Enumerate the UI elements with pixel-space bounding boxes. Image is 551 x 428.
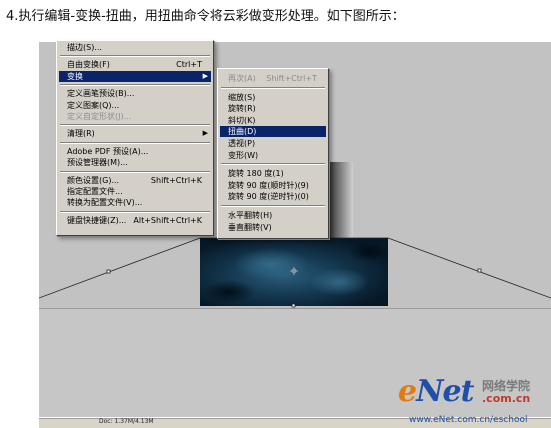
enet-url: www.eNet.com.cn/eschool [409, 415, 528, 425]
menu-item-purge[interactable]: 清理(R) ▶ [59, 128, 211, 139]
enet-domain: .com.cn [482, 392, 531, 405]
menu-item-label: 键盘快捷键(Z)... [67, 215, 127, 225]
cloud-highlight [233, 248, 309, 280]
menu-item-transform[interactable]: 变换 ▶ [59, 70, 211, 82]
menu-item-assign-profile[interactable]: 指定配置文件... [59, 186, 211, 197]
menu-item-label: 自由变换(F) [67, 60, 110, 70]
menu-item-perspective[interactable]: 透视(P) [220, 138, 326, 149]
menu-item-label: 定义自定形状(J)... [67, 112, 132, 121]
enet-logo: eNet [398, 374, 474, 409]
menu-item-flip-horizontal[interactable]: 水平翻转(H) [220, 210, 326, 221]
menu-item-label: 转换为配置文件(V)... [67, 198, 143, 208]
menu-item-color-settings[interactable]: 颜色设置(G)... Shift+Ctrl+K [59, 175, 211, 186]
menu-separator [60, 170, 210, 173]
menu-item-label: 定义图案(Q)... [67, 100, 120, 110]
cloud-highlight [309, 268, 369, 296]
menu-item-label: Adobe PDF 预设(A)... [67, 146, 149, 156]
transform-handle [106, 269, 111, 274]
menu-item-shortcut: Alt+Shift+Ctrl+K [133, 215, 202, 225]
menu-item-rotate-180[interactable]: 旋转 180 度(1) [220, 168, 326, 179]
menu-item-preset-manager[interactable]: 预设管理器(M)... [59, 157, 211, 168]
menu-item-warp[interactable]: 变形(W) [220, 150, 326, 161]
menu-item-label: 旋转 90 度(顺时针)(9) [228, 180, 309, 190]
menu-item-label: 旋转(R) [228, 104, 256, 114]
menu-item-label: 斜切(K) [228, 115, 256, 125]
menu-item-free-transform[interactable]: 自由变换(F) Ctrl+T [59, 59, 211, 70]
menu-item-label: 垂直翻转(V) [228, 222, 272, 232]
menu-item-stroke[interactable]: 描边(S)... [59, 42, 211, 53]
menu-item-label: 变换 [67, 71, 83, 81]
submenu-arrow-icon: ▶ [202, 129, 208, 138]
menu-item-shortcut: Shift+Ctrl+K [150, 175, 202, 185]
menu-item-label: 扭曲(D) [228, 127, 257, 137]
menu-separator [60, 141, 210, 144]
menu-item-label: 颜色设置(G)... [67, 175, 120, 185]
transform-submenu: 再次(A) Shift+Ctrl+T 缩放(S) 旋转(R) 斜切(K) 扭曲(D) 透视(… [217, 68, 329, 239]
transform-handle [291, 303, 296, 308]
menu-item-label: 定义画笔预设(B)... [67, 89, 135, 99]
menu-separator [221, 205, 325, 207]
menu-item-label: 缩放(S) [228, 92, 256, 102]
cloud-shadow [349, 242, 389, 262]
menu-item-skew[interactable]: 斜切(K) [220, 115, 326, 126]
menu-item-define-shape: 定义自定形状(J)... [59, 111, 211, 122]
menu-item-rotate-90-ccw[interactable]: 旋转 90 度(逆时针)(0) [220, 191, 326, 202]
cloud-shadow [203, 280, 255, 304]
menu-separator [221, 86, 325, 89]
document-info[interactable]: Doc: 1.37M/4.13M [99, 418, 154, 425]
menu-item-rotate-90-cw[interactable]: 旋转 90 度(顺时针)(9) [220, 180, 326, 191]
menu-item-distort[interactable]: 扭曲(D) [220, 126, 326, 138]
menu-item-pdf-presets[interactable]: Adobe PDF 预设(A)... [59, 146, 211, 157]
menu-item-scale[interactable]: 缩放(S) [220, 92, 326, 103]
menu-item-label: 旋转 180 度(1) [228, 169, 284, 179]
submenu-arrow-icon: ▶ [202, 71, 208, 80]
menu-item-shortcut: Shift+Ctrl+T [266, 74, 317, 83]
menu-item-label: 水平翻转(H) [228, 211, 273, 220]
menu-item-again: 再次(A) Shift+Ctrl+T [220, 73, 326, 84]
menu-item-label: 再次(A) [228, 74, 256, 83]
menu-item-flip-vertical[interactable]: 垂直翻转(V) [220, 222, 326, 233]
menu-separator [221, 163, 325, 166]
edit-menu: 描边(S)... 自由变换(F) Ctrl+T 变换 ▶ 定义画笔预设(B)... 定义图案… [56, 40, 214, 236]
menu-item-rotate[interactable]: 旋转(R) [220, 103, 326, 114]
menu-item-keyboard-shortcuts[interactable]: 键盘快捷键(Z)... Alt+Shift+Ctrl+K [59, 215, 211, 226]
menu-separator [60, 84, 210, 87]
menu-separator [60, 55, 210, 58]
tutorial-caption: 4.执行编辑-变换-扭曲，用扭曲命令将云彩做变形处理。如下图所示： [6, 9, 405, 24]
menu-item-shortcut: Ctrl+T [176, 60, 202, 70]
menu-item-label: 描边(S)... [67, 43, 102, 52]
menu-item-label: 预设管理器(M)... [67, 158, 128, 168]
menu-separator [60, 124, 210, 127]
transform-handle [477, 268, 482, 273]
menu-item-convert-profile[interactable]: 转换为配置文件(V)... [59, 197, 211, 208]
menu-item-define-brush[interactable]: 定义画笔预设(B)... [59, 88, 211, 99]
menu-item-label: 指定配置文件... [67, 187, 123, 196]
menu-item-label: 清理(R) [67, 129, 95, 139]
menu-separator [60, 210, 210, 213]
menu-item-label: 变形(W) [228, 150, 259, 160]
menu-item-define-pattern[interactable]: 定义图案(Q)... [59, 100, 211, 111]
menu-item-label: 旋转 90 度(逆时针)(0) [228, 192, 309, 202]
enet-watermark: eNet 网络学院 .com.cn www.eNet.com.cn/eschoo… [398, 372, 551, 427]
menu-item-label: 透视(P) [228, 139, 256, 148]
